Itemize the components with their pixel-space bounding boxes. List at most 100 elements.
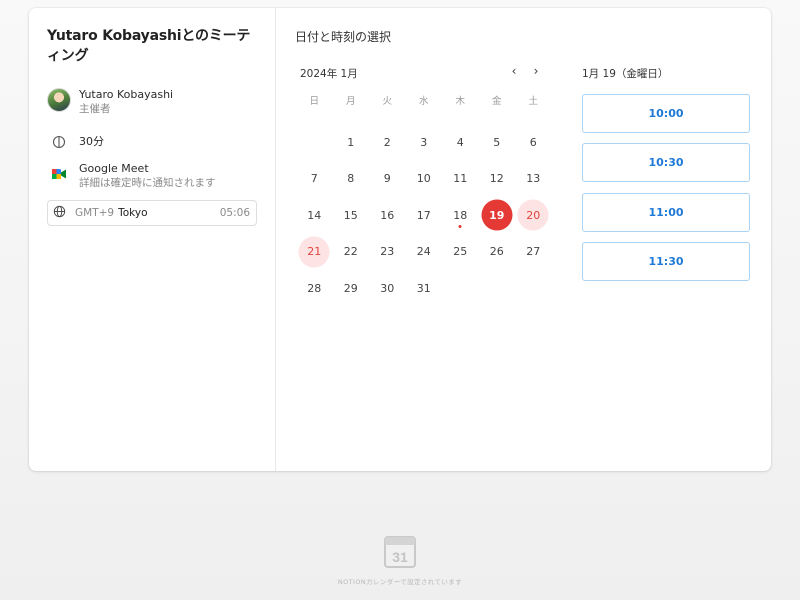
booking-card: Yutaro Kobayashiとのミーティング Yutaro Kobayash… [29,8,771,471]
calendar-grid: 日月火水木金土 1 2 3 4 5 6 7 8 9 10 11 12 13 14 15 16 17 18 19 20 2… [296,95,552,307]
timezone-offset: GMT+9 [75,207,115,219]
calendar-day: 11 [442,161,479,198]
day-number: 1 [347,135,355,149]
day-number: 4 [456,135,464,149]
timeslot-button[interactable]: 11:30 [582,242,750,281]
calendar-day: 23 [369,234,406,271]
day-number: 13 [526,172,541,186]
calendar-day: 4 [442,124,479,161]
weekday-header: 日月火水木金土 [296,95,552,109]
calendar-day: 15 [333,197,370,234]
calendar-day: 8 [333,161,370,198]
today-indicator-dot [458,224,462,228]
calendar-day: 17 [406,197,443,234]
calendar-day: 25 [442,234,479,271]
calendar-day: 3 [406,124,443,161]
calendar-day: 29 [333,270,370,307]
day-number: 15 [343,208,358,222]
host-name: Yutaro Kobayashi [79,88,174,101]
day-number: 22 [343,245,358,259]
calendar-day: 30 [369,270,406,307]
day-number: 23 [380,245,395,259]
current-time: 05:06 [219,207,250,219]
calendar-day: 10 [406,161,443,198]
day-number: 9 [383,172,391,186]
month-label: 2024年 1月 [300,68,358,80]
day-number: 8 [347,172,355,186]
date-time-panel: 日付と時刻の選択 2024年 1月 ‹ › 日月火水木金土 1234567891… [276,8,771,471]
day-number: 24 [416,245,431,259]
prev-month-button[interactable]: ‹ [507,64,521,78]
calendar-day: 12 [479,161,516,198]
day-number: 29 [343,281,358,295]
day-number: 26 [489,245,504,259]
calendar-days: 1 2 3 4 5 6 7 8 9 10 11 12 13 14 15 16 17 18 19 20 21 22 23 24 2… [296,124,552,307]
weekday-label: 火 [382,96,392,107]
calendar-day: 31 [406,270,443,307]
duration-icon [47,130,71,154]
calendar-day: 16 [369,197,406,234]
weekday-label: 日 [309,96,319,107]
calendar-day: 28 [296,270,333,307]
day-number: 11 [453,172,468,186]
google-meet-icon [47,162,71,186]
weekday-label: 土 [528,96,538,107]
day-number: 20 [526,208,541,222]
calendar-day: 7 [296,161,333,198]
day-number: 27 [526,245,541,259]
calendar-logo-icon: 31 [382,533,418,569]
day-number: 6 [529,135,537,149]
host-role: 主催者 [79,103,111,115]
calendar-day: 2 [369,124,406,161]
timezone-city: Tokyo [118,207,148,219]
day-number: 2 [383,135,391,149]
weekday-label: 木 [455,96,465,107]
day-number: 28 [307,281,322,295]
calendar-logo-number: 31 [392,549,408,565]
globe-icon [53,205,66,221]
calendar-day: 24 [406,234,443,271]
calendar-empty-cell [296,124,333,161]
day-number: 30 [380,281,395,295]
calendar-day: 5 [479,124,516,161]
weekday-label: 金 [491,96,502,107]
next-month-button[interactable]: › [529,64,543,78]
day-number: 10 [416,172,431,186]
calendar-day: 14 [296,197,333,234]
section-title: 日付と時刻の選択 [295,30,392,44]
conference-row: Google Meet 詳細は確定時に通知されます [47,162,216,190]
calendar-day: 27 [515,234,552,271]
timeslot-button[interactable]: 11:00 [582,193,750,232]
calendar-day: 1 [333,124,370,161]
day-number: 12 [489,172,504,186]
calendar-day: 9 [369,161,406,198]
duration-row: 30分 [47,130,104,154]
host-row: Yutaro Kobayashi 主催者 [47,88,173,116]
day-number: 5 [493,135,501,149]
day-number: 7 [310,172,318,186]
day-number: 17 [416,208,431,222]
footer-credit: NOTIONカレンダーで設定されています [337,578,463,586]
weekday-label: 月 [345,96,356,107]
timeslot-button[interactable]: 10:00 [582,94,750,133]
meeting-info-panel: Yutaro Kobayashiとのミーティング Yutaro Kobayash… [29,8,276,471]
weekday-label: 水 [418,96,429,107]
calendar-day[interactable]: 21 [296,234,333,271]
day-number: 18 [453,208,468,222]
conference-name: Google Meet [79,162,149,175]
timeslot-button[interactable]: 10:30 [582,143,750,182]
day-number: 19 [489,208,505,222]
calendar-day: 26 [479,234,516,271]
calendar-day: 18 [442,197,479,234]
selected-date-label: 1月 19（金曜日） [582,68,669,80]
calendar-day: 22 [333,234,370,271]
day-number: 31 [416,281,431,295]
day-number: 14 [307,208,322,222]
calendar-day-selected[interactable]: 19 [479,197,516,234]
timezone-selector[interactable]: GMT+9 Tokyo 05:06 [47,200,257,226]
day-number: 16 [380,208,395,222]
day-number: 3 [420,135,428,149]
conference-note: 詳細は確定時に通知されます [79,177,216,189]
calendar-day: 13 [515,161,552,198]
calendar-day[interactable]: 20 [515,197,552,234]
